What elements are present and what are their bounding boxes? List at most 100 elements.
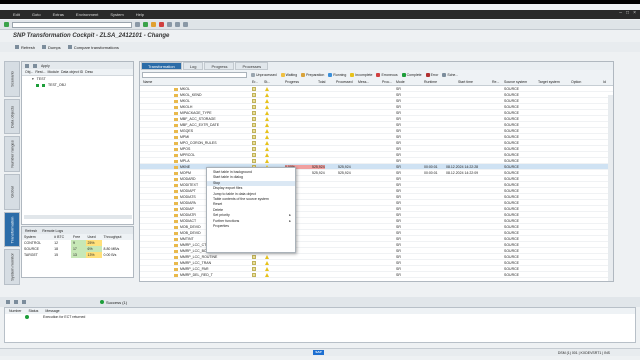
filter-unprocessed[interactable]: Unprocessed <box>251 72 277 77</box>
cell-name: MMRP_LCC_PAR <box>180 267 209 271</box>
vtab-transformation[interactable]: Transformation <box>4 211 20 248</box>
apply-button[interactable]: Apply <box>41 64 50 68</box>
expand-arrow-icon[interactable]: ▾ <box>32 77 34 81</box>
col-option[interactable]: Option <box>571 80 581 84</box>
stats-refresh-button[interactable]: Refresh <box>25 229 37 233</box>
cell-name: MODIACT <box>180 219 197 223</box>
vtab-global[interactable]: Global <box>4 174 20 210</box>
filter-preparation[interactable]: Preparation <box>301 72 324 77</box>
col-header[interactable]: Data object ID <box>61 69 83 75</box>
folder-icon <box>174 129 178 133</box>
filter-schedule[interactable]: Sche... <box>442 72 458 77</box>
col-status[interactable]: St... <box>264 80 270 84</box>
filter-erroneous[interactable]: Erroneous <box>376 72 398 77</box>
print-icon[interactable] <box>167 22 172 27</box>
cancel-icon[interactable] <box>159 22 164 27</box>
col-total[interactable]: Total <box>318 80 325 84</box>
tree-row[interactable]: TEST_OBJ <box>22 82 133 88</box>
log-tool-icon[interactable] <box>14 300 18 304</box>
col-name[interactable]: Name <box>143 80 152 84</box>
filter-complete[interactable]: Complete <box>401 72 422 77</box>
col-progress[interactable]: Progress <box>285 80 299 84</box>
dumps-button[interactable]: Dumps <box>42 45 61 50</box>
tab-transformation[interactable]: Transformation <box>141 62 182 70</box>
error-flag-icon <box>252 153 256 157</box>
incomplete-icon <box>350 72 355 77</box>
col-messages[interactable]: Mess... <box>358 80 369 84</box>
system-stats-panel: Refresh Remote Logs System # BTC Free Us… <box>21 226 134 278</box>
vtab-number-ranges[interactable]: Number ranges <box>4 136 20 173</box>
warning-icon <box>265 117 269 121</box>
filter-running[interactable]: Running <box>328 72 346 77</box>
cell-source-system: SOURCE <box>504 207 519 211</box>
message-row[interactable]: Execution for ECT returned <box>5 314 635 320</box>
tab-progress[interactable]: Progress <box>204 62 235 70</box>
col-runtime[interactable]: Runtime <box>424 80 437 84</box>
col-processed[interactable]: Processed <box>336 80 353 84</box>
tab-log[interactable]: Log <box>182 62 204 70</box>
vtab-system-monitor[interactable]: System monitor <box>4 249 20 286</box>
log-tool-icon[interactable] <box>6 300 10 304</box>
find-icon[interactable] <box>175 22 180 27</box>
vtab-label: Scenario <box>9 70 15 87</box>
preparation-icon <box>301 72 306 77</box>
filter-error[interactable]: Error <box>425 72 438 77</box>
tab-processes[interactable]: Processes <box>235 62 269 70</box>
expand-icon[interactable] <box>33 63 37 68</box>
col-re[interactable]: Re... <box>492 80 499 84</box>
col-error[interactable]: Er... <box>252 80 258 84</box>
col-source-system[interactable]: Source system <box>504 80 527 84</box>
menu-environment[interactable]: Environment <box>76 12 98 17</box>
enter-icon[interactable] <box>4 22 9 27</box>
vertical-scrollbar[interactable] <box>608 95 613 281</box>
refresh-button[interactable]: Refresh <box>15 45 35 50</box>
col-processes[interactable]: Proc... <box>382 80 392 84</box>
menu-goto[interactable]: Goto <box>32 12 41 17</box>
vtab-data-objects[interactable]: Data objects <box>4 98 20 135</box>
cell-start-time: 08.12.2024 14:22:09 <box>446 171 479 175</box>
col-header[interactable]: Module <box>48 69 59 75</box>
folder-icon <box>174 183 178 187</box>
menu-system[interactable]: System <box>110 12 123 17</box>
remote-logs-button[interactable]: Remote Logs <box>42 229 63 233</box>
folder-icon <box>174 159 178 163</box>
save-icon[interactable] <box>135 22 140 27</box>
col-start-time[interactable]: Start time <box>458 80 473 84</box>
close-icon[interactable]: × <box>633 10 636 16</box>
filter-waiting[interactable]: Waiting <box>280 72 297 77</box>
back-icon[interactable] <box>143 22 148 27</box>
checkbox-icon[interactable] <box>36 83 39 87</box>
app-toolbar: Refresh Dumps Compare transformations <box>0 42 640 52</box>
unprocessed-icon <box>251 72 255 77</box>
context-menu-item[interactable]: Properties <box>207 224 295 229</box>
system-info[interactable]: DSM (1) 001 | KXDEVSRT1 | INS <box>558 351 610 355</box>
filter-input[interactable] <box>142 71 247 78</box>
success-filter[interactable]: Success (1) <box>100 300 127 305</box>
menu-help[interactable]: Help <box>136 12 144 17</box>
cell-mode: SR <box>396 225 401 229</box>
find-next-icon[interactable] <box>183 22 188 27</box>
filter-incomplete[interactable]: Incomplete <box>350 72 372 77</box>
horizontal-scrollbar[interactable] <box>24 215 132 219</box>
col-mode[interactable]: Mode <box>396 80 405 84</box>
log-tool-icon[interactable] <box>22 300 26 304</box>
maximize-icon[interactable]: □ <box>626 10 629 16</box>
checkbox-icon[interactable] <box>42 83 45 87</box>
col-header[interactable]: Desc <box>85 69 93 75</box>
folder-icon <box>174 171 178 175</box>
command-field[interactable] <box>12 21 132 28</box>
col-header[interactable]: Rest... <box>35 69 45 75</box>
collapse-icon[interactable] <box>25 63 29 68</box>
menu-edit[interactable]: Edit <box>13 12 20 17</box>
error-flag-icon <box>252 273 256 277</box>
table-row[interactable]: MMRP_DEL_RED_T SR SOURCE <box>140 272 613 278</box>
compare-button[interactable]: Compare transformations <box>67 45 119 50</box>
cell-source-system: SOURCE <box>504 261 519 265</box>
col-id[interactable]: Id <box>603 80 606 84</box>
minimize-icon[interactable]: – <box>619 10 622 16</box>
menu-extras[interactable]: Extras <box>53 12 64 17</box>
exit-icon[interactable] <box>151 22 156 27</box>
col-header[interactable]: Obj... <box>25 69 33 75</box>
vtab-scenario[interactable]: Scenario <box>4 61 20 97</box>
col-target-system[interactable]: Target system <box>538 80 560 84</box>
